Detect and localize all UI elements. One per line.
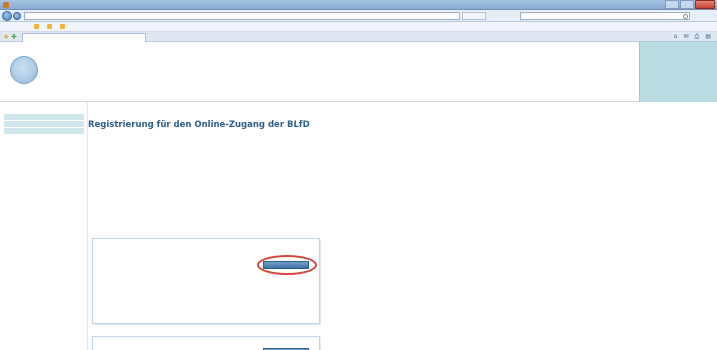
home-icon[interactable]: ⌂ <box>674 33 678 41</box>
minimize-button[interactable] <box>665 0 679 9</box>
sidebar-item-4[interactable] <box>4 143 84 150</box>
add-favorite-icon[interactable]: ✚ <box>11 33 17 41</box>
tab-active[interactable] <box>22 33 146 42</box>
favorite-icon <box>34 24 39 29</box>
close-window-button[interactable] <box>695 0 715 9</box>
favorites-star-icon[interactable]: ★ <box>3 33 9 41</box>
browser-app-icon <box>3 2 9 8</box>
quicklinks-panel <box>639 42 717 102</box>
page-title: Registrierung für den Online-Zugang der … <box>88 120 310 130</box>
back-icon[interactable] <box>2 11 12 21</box>
print-icon[interactable]: ⎙ <box>695 33 700 41</box>
search-icon[interactable] <box>683 14 688 19</box>
tab-bar: ★ ✚ ⌂ ✉ ⎙ ▤ <box>0 32 717 42</box>
page-menu-icon[interactable]: ▤ <box>705 33 711 41</box>
sidebar-divider <box>0 150 87 158</box>
favorite-link-3[interactable] <box>60 24 67 29</box>
browser-search-input[interactable] <box>520 12 690 20</box>
sidebar-item-5[interactable] <box>4 158 84 165</box>
logo-icon[interactable] <box>10 56 38 84</box>
mail-icon[interactable]: ✉ <box>683 33 688 41</box>
favorite-icon <box>60 24 65 29</box>
command-bar: ⌂ ✉ ⎙ ▤ <box>674 33 711 41</box>
favorite-link-1[interactable] <box>34 24 41 29</box>
browser-menu-bar <box>0 22 717 32</box>
window-controls <box>665 0 715 9</box>
sidebar-item-1[interactable] <box>4 114 84 121</box>
secondary-card <box>92 336 320 350</box>
page-header <box>0 42 717 102</box>
url-field[interactable] <box>24 12 460 20</box>
favorite-icon <box>47 24 52 29</box>
sidebar <box>0 102 88 350</box>
sidebar-divider <box>0 135 87 143</box>
main-content: Registrierung für den Online-Zugang der … <box>88 102 717 350</box>
registration-card <box>92 238 320 324</box>
register-button[interactable] <box>263 261 309 269</box>
sidebar-group-1 <box>0 114 87 135</box>
sidebar-item-3[interactable] <box>4 128 84 135</box>
sidebar-item-2[interactable] <box>4 121 84 128</box>
refresh-stop-buttons[interactable] <box>462 12 486 20</box>
favorite-link-2[interactable] <box>47 24 54 29</box>
maximize-button[interactable] <box>680 0 694 9</box>
forward-icon[interactable] <box>13 12 21 20</box>
browser-title-bar <box>0 0 717 10</box>
address-bar-row <box>0 10 717 22</box>
